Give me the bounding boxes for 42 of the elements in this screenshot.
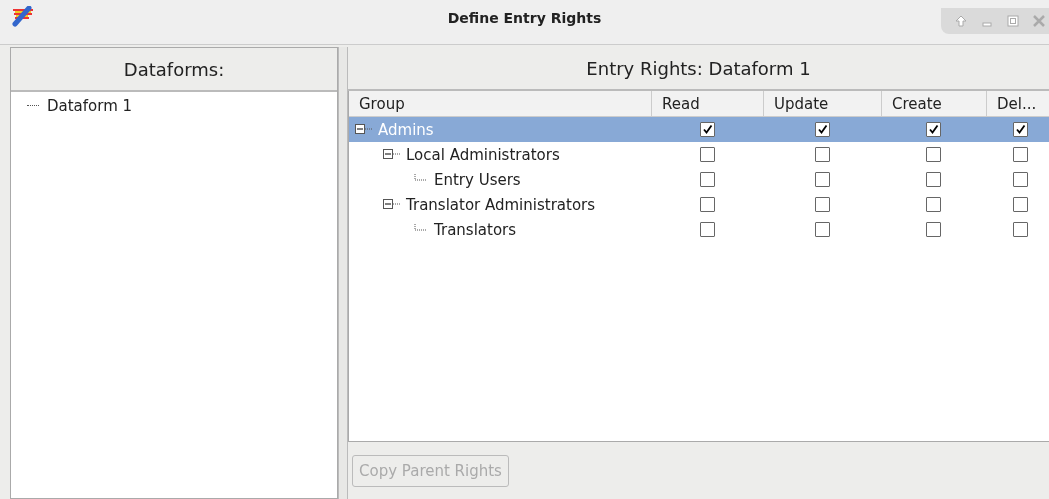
group-label: Translator Administrators	[406, 195, 596, 214]
window-title: Define Entry Rights	[447, 10, 602, 26]
checkbox[interactable]	[926, 197, 941, 212]
collapse-toggle-icon[interactable]	[383, 149, 401, 160]
checkbox[interactable]	[1013, 197, 1028, 212]
checkbox[interactable]	[699, 172, 715, 187]
checkbox[interactable]	[1013, 147, 1028, 162]
checkbox[interactable]	[814, 122, 830, 137]
group-label: Admins	[378, 120, 434, 139]
panel-header: Dataforms:	[11, 48, 338, 92]
column-header[interactable]: Del...	[986, 91, 1049, 116]
group-label: Local Administrators	[406, 145, 560, 164]
column-header[interactable]: Create	[881, 91, 986, 116]
table-row[interactable]: Entry Users	[349, 167, 1049, 192]
column-header[interactable]: Group	[349, 91, 651, 116]
app-logo-icon	[9, 6, 35, 28]
dataform-item[interactable]: Dataform 1	[11, 96, 338, 116]
checkbox[interactable]	[814, 147, 830, 162]
checkbox[interactable]	[926, 222, 941, 237]
column-header[interactable]: Read	[651, 91, 763, 116]
checkbox[interactable]	[814, 197, 830, 212]
checkbox[interactable]	[814, 172, 830, 187]
checkbox[interactable]	[699, 197, 715, 212]
table-row[interactable]: Translators	[349, 217, 1049, 242]
checkbox[interactable]	[1013, 172, 1028, 187]
table-row[interactable]: Translator Administrators	[349, 192, 1049, 217]
checkbox[interactable]	[699, 122, 715, 137]
checkbox[interactable]	[926, 172, 941, 187]
group-label: Entry Users	[434, 170, 521, 189]
checkbox[interactable]	[1013, 222, 1028, 237]
group-label: Translators	[434, 220, 517, 239]
table-row[interactable]: Local Administrators	[349, 142, 1049, 167]
collapse-toggle-icon[interactable]	[383, 199, 401, 210]
column-header[interactable]: Update	[763, 91, 881, 116]
checkbox[interactable]	[814, 222, 830, 237]
tree-connector-icon	[27, 105, 39, 107]
checkbox[interactable]	[699, 222, 715, 237]
checkbox[interactable]	[926, 122, 941, 137]
checkbox[interactable]	[699, 147, 715, 162]
checkbox[interactable]	[1013, 122, 1028, 137]
collapse-toggle-icon[interactable]	[355, 124, 373, 135]
checkbox[interactable]	[926, 147, 941, 162]
